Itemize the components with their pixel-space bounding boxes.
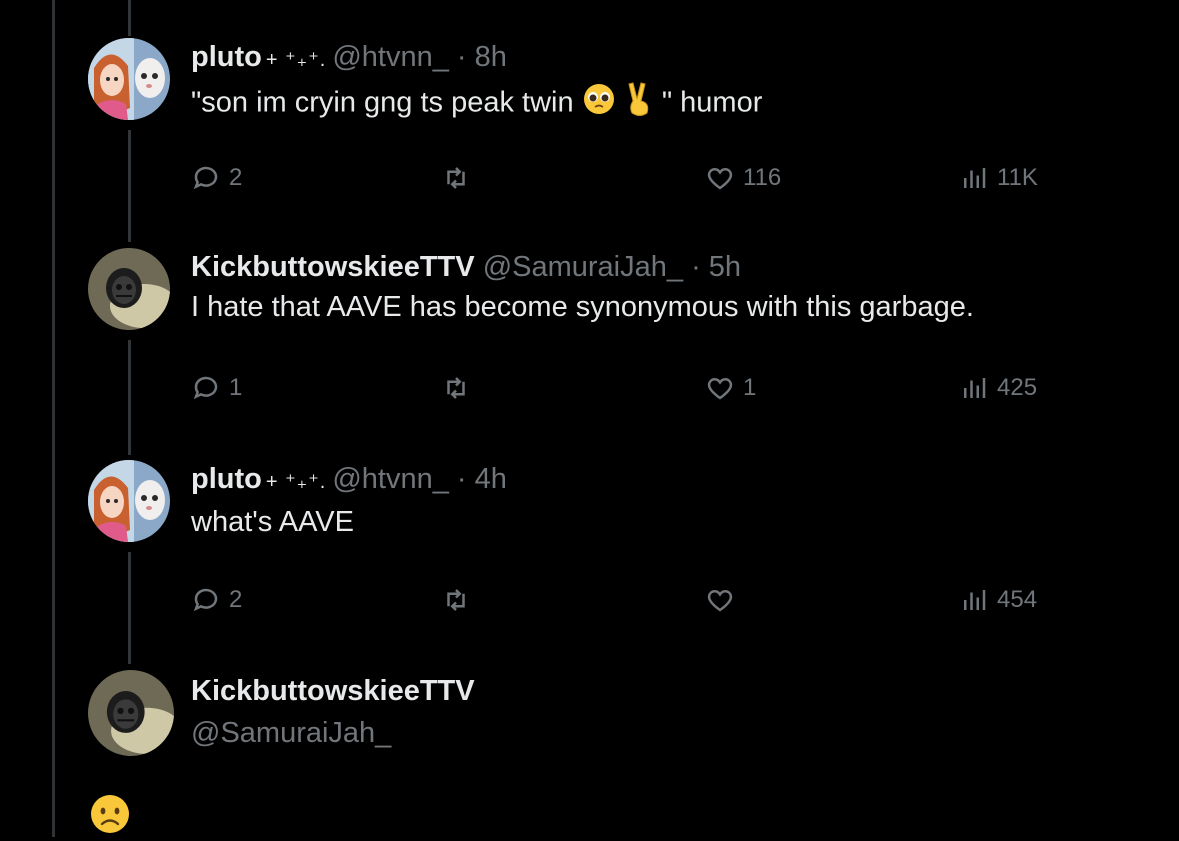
- tweet-header: KickbuttowskieeTTV: [191, 672, 1148, 710]
- like-button[interactable]: [705, 580, 743, 620]
- repost-icon: [447, 377, 465, 399]
- tweet-header: pluto + ⁺₊⁺. @htvnn_ · 8h: [191, 38, 1148, 79]
- pleading-face-emoji: [582, 82, 616, 126]
- thread-connector: [128, 0, 131, 36]
- avatar[interactable]: [88, 248, 170, 330]
- timestamp[interactable]: 8h: [475, 41, 507, 73]
- repost-button[interactable]: [441, 158, 479, 198]
- views-icon: [964, 590, 986, 610]
- user-handle[interactable]: @SamuraiJah_: [191, 714, 1148, 752]
- tweet-header: KickbuttowskieeTTV @SamuraiJah_ · 5h: [191, 248, 1148, 286]
- reply-count: 1: [229, 374, 243, 401]
- display-name[interactable]: pluto: [191, 41, 262, 73]
- reply-icon: [193, 588, 218, 612]
- tweet-text: what's AAVE: [191, 506, 354, 538]
- reply-icon: [193, 166, 218, 190]
- views-button[interactable]: 425: [959, 368, 1037, 408]
- tweet-content: KickbuttowskieeTTV @SamuraiJah_ · 5h I h…: [191, 248, 1148, 326]
- heart-icon: [707, 589, 733, 612]
- repost-button[interactable]: [441, 368, 479, 408]
- timestamp[interactable]: 5h: [709, 251, 741, 283]
- separator-dot: ·: [456, 41, 467, 73]
- views-icon: [964, 378, 986, 398]
- separator-dot: ·: [691, 251, 701, 283]
- like-button[interactable]: 116: [705, 158, 781, 198]
- view-count: 454: [997, 586, 1038, 613]
- tweet-content: pluto + ⁺₊⁺. @htvnn_ · 4h what's AAVE: [191, 460, 1148, 541]
- tweet-text-part: " humor: [661, 86, 763, 119]
- heart-icon: [707, 167, 733, 190]
- tweet-text-part: "son im cryin gng ts peak twin: [191, 86, 574, 119]
- repost-button[interactable]: [441, 580, 479, 620]
- user-handle[interactable]: @htvnn_: [332, 41, 449, 73]
- reply-icon: [193, 376, 218, 400]
- tweet-actions: 2 454: [191, 580, 1091, 620]
- reply-button[interactable]: 1: [191, 368, 242, 408]
- view-count: 425: [997, 374, 1038, 401]
- reply-count: 2: [229, 586, 243, 613]
- tweet-text: "son im cryin gng ts peak twin " humor: [191, 81, 1148, 127]
- tweet-content: pluto + ⁺₊⁺. @htvnn_ · 8h "son im cryin gn…: [191, 38, 1148, 127]
- tweet-actions: 1 1 425: [191, 368, 1091, 408]
- name-decoration: + ⁺₊⁺.: [265, 49, 327, 71]
- avatar[interactable]: [88, 460, 170, 542]
- heart-icon: [707, 377, 733, 400]
- reply-button[interactable]: 2: [191, 580, 242, 620]
- avatar[interactable]: [88, 38, 170, 120]
- like-button[interactable]: 1: [705, 368, 756, 408]
- tweet[interactable]: KickbuttowskieeTTV @SamuraiJah_ · 5h I h…: [88, 248, 1148, 408]
- tweet-header: pluto + ⁺₊⁺. @htvnn_ · 4h: [191, 460, 1148, 501]
- views-button[interactable]: 11K: [959, 158, 1038, 198]
- victory-hand-emoji: [624, 81, 654, 127]
- repost-icon: [447, 167, 465, 189]
- tweet-content: KickbuttowskieeTTV @SamuraiJah_: [191, 672, 1148, 752]
- thread-rail: [52, 0, 55, 837]
- tweet-text: I hate that AAVE has become synonymous w…: [191, 291, 974, 323]
- user-handle[interactable]: @SamuraiJah_: [483, 251, 683, 283]
- display-name[interactable]: KickbuttowskieeTTV: [191, 251, 475, 283]
- tweet[interactable]: pluto + ⁺₊⁺. @htvnn_ · 8h "son im cryin gn…: [88, 38, 1148, 198]
- focused-tweet[interactable]: KickbuttowskieeTTV @SamuraiJah_: [88, 670, 1148, 790]
- name-decoration: + ⁺₊⁺.: [265, 471, 327, 493]
- like-count: 1: [743, 374, 757, 401]
- tweet-actions: 2 116 11K: [191, 158, 1091, 198]
- avatar[interactable]: [88, 670, 174, 756]
- like-count: 116: [743, 164, 782, 191]
- timestamp[interactable]: 4h: [475, 463, 507, 495]
- display-name[interactable]: KickbuttowskieeTTV: [191, 675, 475, 707]
- repost-icon: [447, 589, 465, 611]
- reply-count: 2: [229, 164, 243, 191]
- separator-dot: ·: [456, 463, 467, 495]
- display-name[interactable]: pluto: [191, 463, 262, 495]
- view-count: 11K: [997, 164, 1038, 191]
- reply-button[interactable]: 2: [191, 158, 242, 198]
- tweet[interactable]: pluto + ⁺₊⁺. @htvnn_ · 4h what's AAVE 2 45…: [88, 460, 1148, 620]
- views-icon: [964, 168, 986, 188]
- frowning-face-emoji: [88, 792, 132, 836]
- user-handle[interactable]: @htvnn_: [332, 463, 449, 495]
- views-button[interactable]: 454: [959, 580, 1037, 620]
